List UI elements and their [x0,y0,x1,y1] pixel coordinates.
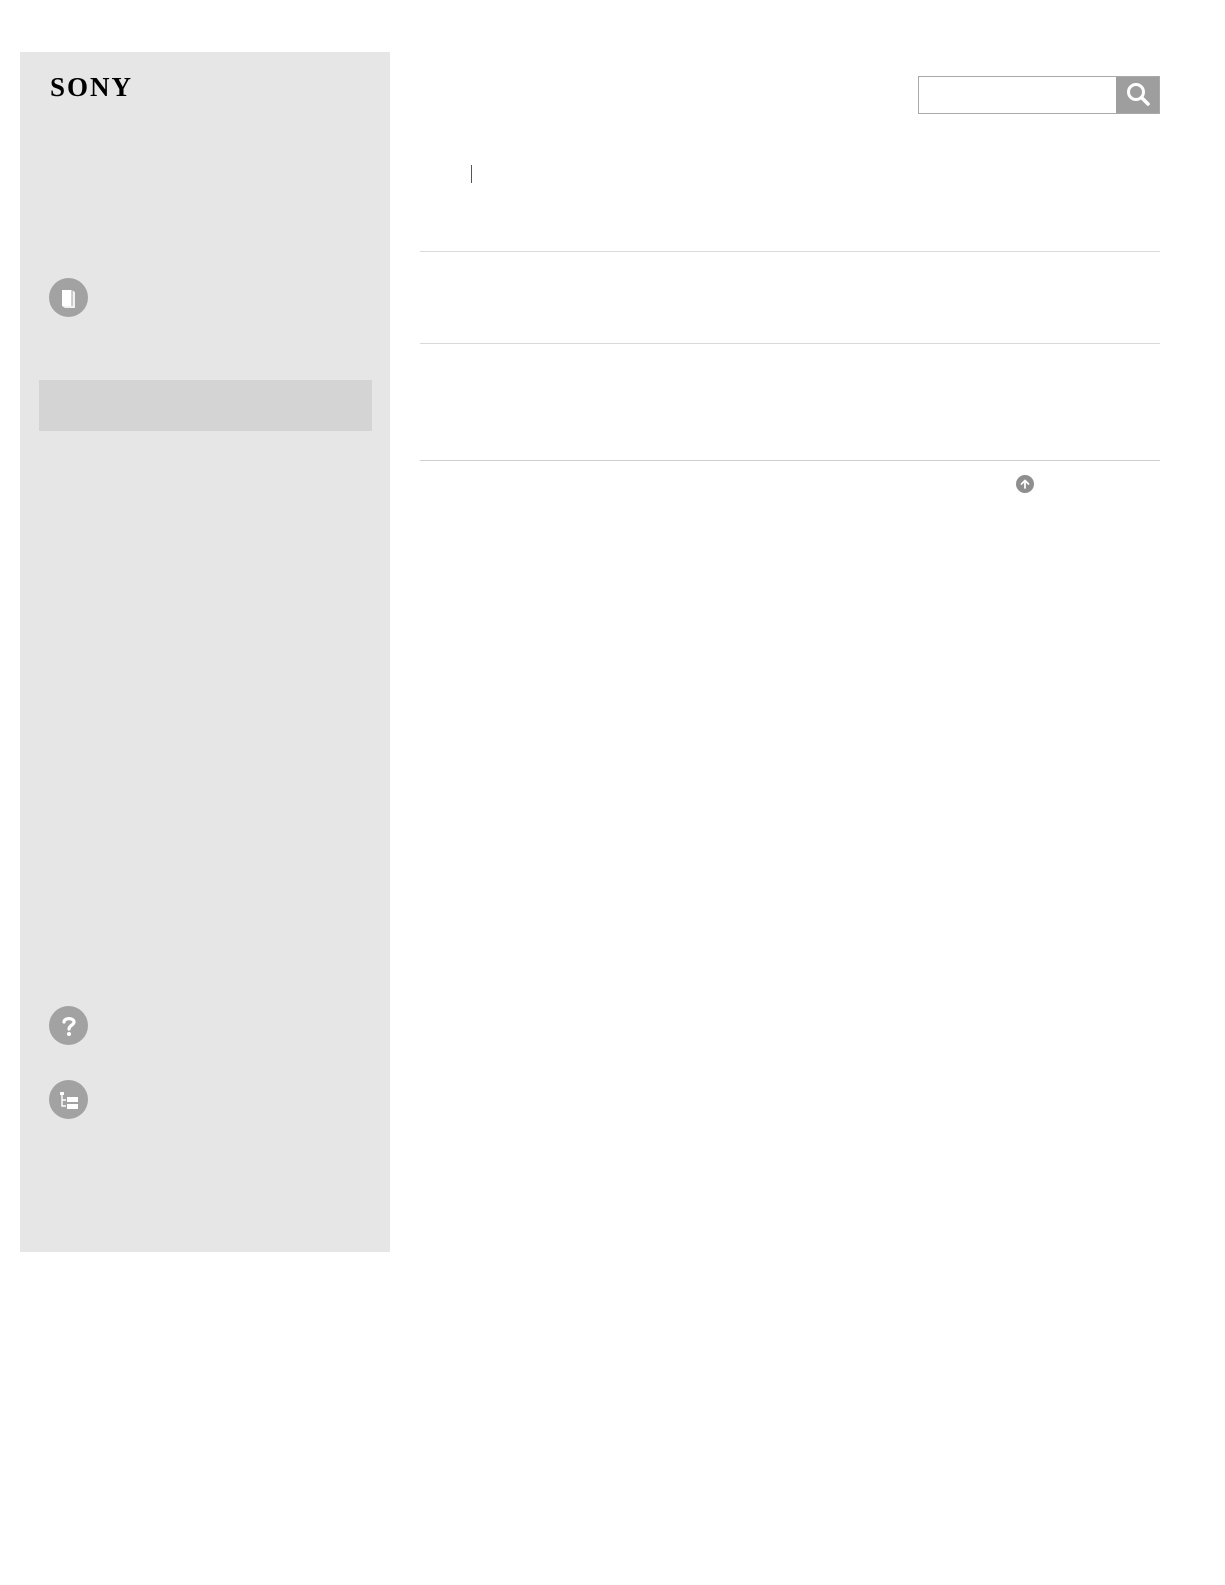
content-section [420,344,1160,460]
page: SONY [0,0,1225,1585]
search-input[interactable] [919,77,1116,113]
back-to-top-button[interactable] [1016,475,1034,493]
search-button[interactable] [1116,77,1159,113]
question-icon[interactable] [49,1006,88,1045]
content-section [420,252,1160,343]
breadcrumb-separator [471,165,472,183]
search-box [918,76,1160,114]
book-icon[interactable] [49,278,88,317]
sidebar-selected-item[interactable] [39,380,372,431]
arrow-up-icon [1019,478,1031,490]
sony-logo[interactable]: SONY [50,74,133,101]
divider [420,460,1160,461]
tree-icon[interactable] [49,1080,88,1119]
sidebar: SONY [20,52,390,1252]
search-icon [1125,81,1151,110]
